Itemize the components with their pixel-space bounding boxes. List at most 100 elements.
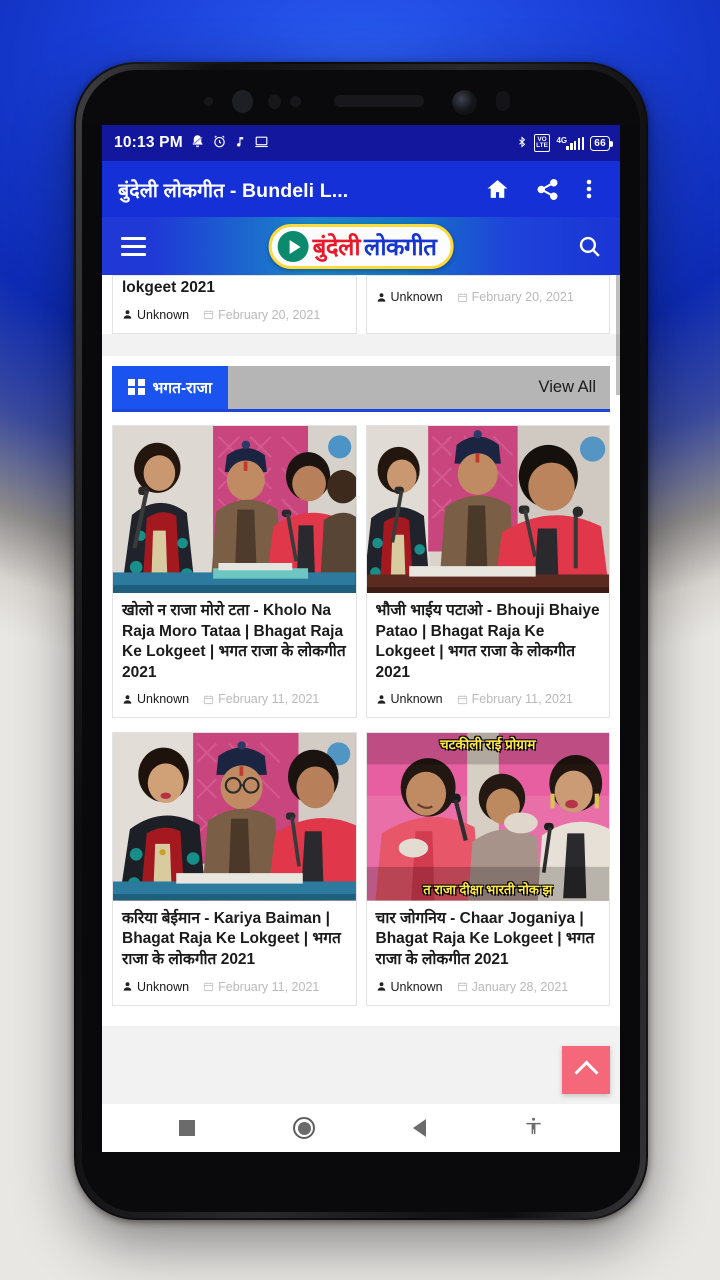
- list-item[interactable]: चटकीली राई प्रोग्राम त राजा दीक्षा भारती…: [365, 732, 610, 1006]
- thumbnail-image: [366, 425, 609, 593]
- card-title: खोलो न राजा मोरो टता - Kholo Na Raja Mor…: [122, 601, 346, 681]
- status-time: 10:13 PM: [114, 134, 183, 151]
- calendar-icon: [457, 982, 467, 992]
- grid-icon: [128, 378, 145, 396]
- card-meta: Unknown February 11, 2021: [113, 683, 356, 717]
- play-icon: [277, 231, 309, 262]
- overflow-menu-icon[interactable]: [572, 177, 606, 201]
- home-icon[interactable]: [472, 177, 522, 202]
- android-nav-bar: [102, 1104, 620, 1152]
- card-meta: Unknown February 11, 2021: [367, 683, 610, 717]
- list-item[interactable]: Unknown February 20, 2021: [365, 275, 610, 334]
- sensor-icon: [204, 97, 213, 106]
- search-icon[interactable]: [558, 234, 620, 259]
- thumbnail-image: [113, 733, 356, 901]
- view-all-bar[interactable]: View All: [228, 365, 610, 409]
- volte-icon: VO LTE: [533, 134, 551, 152]
- view-all-label: View All: [538, 377, 596, 396]
- share-icon[interactable]: [522, 177, 572, 202]
- thumbnail-image: [366, 733, 609, 901]
- chevron-up-icon: [573, 1060, 599, 1085]
- card-thumbnail: [113, 425, 356, 593]
- category-section-header: भगत-राजा View All: [102, 355, 620, 412]
- person-icon: [123, 982, 132, 991]
- signal-bars-icon: [566, 136, 585, 150]
- logo-text-primary: बुंदेली: [312, 234, 361, 261]
- status-bar: 10:13 PM VO LTE 4G 66: [102, 125, 620, 161]
- thumbnail-overlay-bottom: त राजा दीक्षा भारती नोक झ: [423, 881, 553, 897]
- card-date: January 28, 2021: [457, 980, 568, 994]
- card-thumbnail: [366, 425, 609, 593]
- calendar-icon: [204, 982, 214, 992]
- person-icon: [377, 292, 385, 302]
- card-date: February 11, 2021: [203, 980, 319, 994]
- person-icon: [123, 310, 132, 319]
- signal-icon: 4G: [556, 136, 585, 150]
- card-author: Unknown: [122, 692, 189, 706]
- category-tab[interactable]: भगत-राजा: [112, 365, 228, 409]
- status-bar-left: 10:13 PM: [114, 134, 269, 152]
- card-author: Unknown: [122, 308, 189, 322]
- card-row-2: करिया बेईमान - Kariya Baiman | Bhagat Ra…: [102, 732, 620, 1006]
- person-icon: [377, 695, 385, 704]
- card-thumbnail: [113, 733, 356, 901]
- led-indicator-icon: [496, 91, 510, 111]
- partial-card-row: lokgeet 2021 Unknown February 20, 2021 U…: [102, 275, 620, 334]
- card-date: February 20, 2021: [203, 308, 320, 322]
- phone-top-bezel: [82, 70, 640, 125]
- mute-bell-icon: [190, 134, 205, 152]
- card-meta: Unknown January 28, 2021: [367, 971, 610, 1005]
- back-triangle-icon[interactable]: [413, 1119, 426, 1137]
- card-author: Unknown: [376, 980, 443, 994]
- category-label: भगत-राजा: [152, 380, 213, 398]
- accessibility-icon[interactable]: [524, 1116, 543, 1141]
- card-title: करिया बेईमान - Kariya Baiman | Bhagat Ra…: [122, 909, 341, 968]
- thumbnail-overlay-top: चटकीली राई प्रोग्राम: [440, 737, 536, 753]
- calendar-icon: [204, 695, 214, 704]
- list-item[interactable]: lokgeet 2021 Unknown February 20, 2021: [112, 275, 357, 334]
- card-meta: Unknown February 11, 2021: [113, 971, 356, 1005]
- battery-indicator: 66: [590, 135, 613, 151]
- screen: 10:13 PM VO LTE 4G 66 बुंदेली लोकगीत - B…: [102, 125, 620, 1152]
- logo-text-secondary: लोकगीत: [364, 234, 437, 261]
- thumbnail-image: [113, 425, 356, 593]
- card-row-1: खोलो न राजा मोरो टता - Kholo Na Raja Mor…: [102, 424, 620, 719]
- calendar-icon: [457, 292, 467, 302]
- person-icon: [123, 695, 132, 704]
- card-thumbnail: चटकीली राई प्रोग्राम त राजा दीक्षा भारती…: [366, 733, 609, 901]
- app-bar: बुंदेली लोकगीत - Bundeli L...: [102, 161, 620, 217]
- card-title: चार जोगनिय - Chaar Joganiya | Bhagat Raj…: [375, 909, 595, 968]
- content-scroll-area[interactable]: lokgeet 2021 Unknown February 20, 2021 U…: [102, 275, 620, 1104]
- light-sensor-icon: [290, 96, 301, 107]
- recents-square-icon[interactable]: [179, 1120, 195, 1136]
- list-item[interactable]: भौजी भाईय पटाओ - Bhouji Bhaiye Patao | B…: [365, 424, 610, 719]
- category-bar: भगत-राजा View All: [112, 365, 610, 412]
- site-logo[interactable]: बुंदेली लोकगीत: [268, 224, 454, 269]
- phone-bottom-bezel: [82, 1152, 640, 1212]
- earpiece-speaker: [334, 95, 424, 107]
- card-title: lokgeet 2021: [122, 279, 216, 296]
- card-title: भौजी भाईय पटाओ - Bhouji Bhaiye Patao | B…: [375, 601, 600, 681]
- scroll-to-top-button[interactable]: [562, 1046, 610, 1094]
- bluetooth-icon: [516, 134, 528, 153]
- phone-screen-frame: 10:13 PM VO LTE 4G 66 बुंदेली लोकगीत - B…: [82, 70, 640, 1212]
- card-author: Unknown: [376, 290, 443, 304]
- list-item[interactable]: खोलो न राजा मोरो टता - Kholo Na Raja Mor…: [112, 424, 357, 719]
- scrollbar[interactable]: [616, 275, 620, 395]
- screencast-icon: [254, 134, 269, 152]
- phone-device: 10:13 PM VO LTE 4G 66 बुंदेली लोकगीत - B…: [74, 62, 648, 1220]
- music-note-icon: [234, 134, 247, 152]
- home-circle-icon[interactable]: [293, 1117, 315, 1139]
- app-title: बुंदेली लोकगीत - Bundeli L...: [118, 179, 349, 202]
- list-item[interactable]: करिया बेईमान - Kariya Baiman | Bhagat Ra…: [112, 732, 357, 1006]
- person-icon: [377, 982, 385, 991]
- proximity-sensor-icon: [232, 90, 253, 113]
- card-author: Unknown: [122, 980, 189, 994]
- calendar-icon: [457, 695, 467, 704]
- iris-sensor-icon: [268, 94, 281, 109]
- front-camera-icon: [452, 90, 477, 115]
- card-date: February 20, 2021: [457, 290, 574, 304]
- card-meta: Unknown February 20, 2021: [113, 299, 356, 333]
- hamburger-menu-icon[interactable]: [102, 236, 164, 256]
- card-date: February 11, 2021: [203, 692, 319, 706]
